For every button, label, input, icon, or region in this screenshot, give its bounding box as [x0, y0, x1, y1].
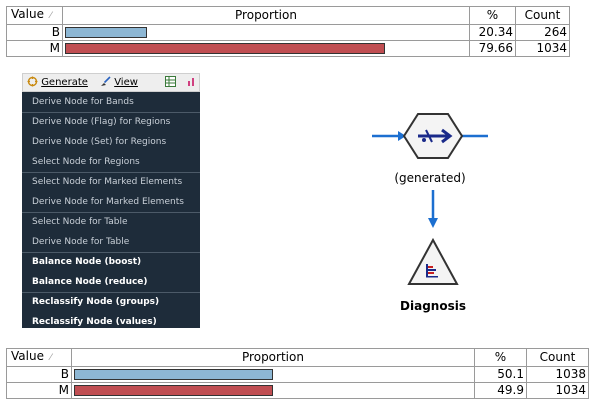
menu-item-derive-table[interactable]: Derive Node for Table	[22, 232, 200, 252]
value-cell: B	[6, 24, 63, 41]
view-brush-icon	[101, 76, 111, 86]
menu-item-derive-set-regions[interactable]: Derive Node (Set) for Regions	[22, 132, 200, 152]
value-column-header[interactable]: Value ⁄	[6, 6, 63, 25]
menu-item-derive-bands[interactable]: Derive Node for Bands	[22, 92, 200, 112]
percent-column-header[interactable]: %	[474, 348, 527, 367]
sort-icon: ⁄	[49, 11, 52, 21]
count-cell: 264	[515, 24, 570, 41]
table-row[interactable]: M 79.66 1034	[6, 40, 570, 57]
proportion-bar	[74, 369, 273, 380]
proportion-column-header[interactable]: Proportion	[62, 6, 470, 25]
menu-item-select-marked[interactable]: Select Node for Marked Elements	[22, 172, 200, 192]
value-cell: M	[6, 40, 63, 57]
count-cell: 1034	[515, 40, 570, 57]
table-icon	[165, 76, 176, 87]
menu-item-derive-flag-regions[interactable]: Derive Node (Flag) for Regions	[22, 112, 200, 132]
percent-cell: 49.9	[474, 382, 527, 399]
table-header: Value ⁄ Proportion % Count	[6, 348, 589, 367]
table-header: Value ⁄ Proportion % Count	[6, 6, 570, 25]
menu-item-balance-boost[interactable]: Balance Node (boost)	[22, 252, 200, 272]
menu-item-select-regions[interactable]: Select Node for Regions	[22, 152, 200, 172]
stream-canvas	[372, 113, 488, 285]
generated-node[interactable]	[402, 113, 464, 159]
generate-icon	[27, 76, 38, 87]
proportion-bar	[65, 43, 385, 54]
sort-icon: ⁄	[49, 353, 52, 363]
view-menu-button[interactable]: View	[100, 76, 138, 90]
menu-item-reclassify-groups[interactable]: Reclassify Node (groups)	[22, 292, 200, 312]
proportion-column-header[interactable]: Proportion	[71, 348, 475, 367]
proportion-cell	[71, 366, 475, 383]
proportion-bar	[74, 385, 273, 396]
table-row[interactable]: M 49.9 1034	[6, 382, 589, 399]
count-column-header[interactable]: Count	[515, 6, 570, 25]
generated-node-label: (generated)	[394, 171, 466, 185]
proportion-cell	[62, 24, 470, 41]
count-column-header[interactable]: Count	[526, 348, 589, 367]
generate-dropdown-menu: Derive Node for Bands Derive Node (Flag)…	[22, 92, 200, 328]
menu-item-reclassify-values[interactable]: Reclassify Node (values)	[22, 312, 200, 332]
value-cell: M	[6, 382, 72, 399]
percent-cell: 50.1	[474, 366, 527, 383]
count-cell: 1034	[526, 382, 589, 399]
bottom-distribution-table: Value ⁄ Proportion % Count B 50.1 1038 M …	[6, 348, 589, 399]
diagnosis-node-label: Diagnosis	[400, 299, 466, 313]
proportion-cell	[62, 40, 470, 57]
chart-icon	[188, 78, 194, 86]
toolbar: Generate View	[22, 73, 200, 92]
count-cell: 1038	[526, 366, 589, 383]
proportion-bar	[65, 27, 147, 38]
menu-item-balance-reduce[interactable]: Balance Node (reduce)	[22, 272, 200, 292]
percent-cell: 79.66	[469, 40, 516, 57]
menu-item-select-table[interactable]: Select Node for Table	[22, 212, 200, 232]
table-toolbar-button[interactable]	[165, 76, 176, 90]
menu-item-derive-marked[interactable]: Derive Node for Marked Elements	[22, 192, 200, 212]
generate-label: Generate	[41, 77, 88, 88]
top-distribution-table: Value ⁄ Proportion % Count B 20.34 264 M …	[6, 6, 570, 57]
diagnosis-node[interactable]	[407, 237, 459, 285]
chart-toolbar-button[interactable]	[187, 76, 198, 90]
down-arrowhead-icon	[428, 218, 438, 228]
percent-column-header[interactable]: %	[469, 6, 516, 25]
generate-menu-button[interactable]: Generate	[27, 76, 88, 90]
table-row[interactable]: B 20.34 264	[6, 24, 570, 41]
proportion-cell	[71, 382, 475, 399]
value-column-header[interactable]: Value ⁄	[6, 348, 72, 367]
percent-cell: 20.34	[469, 24, 516, 41]
view-label: View	[114, 77, 138, 88]
value-cell: B	[6, 366, 72, 383]
table-row[interactable]: B 50.1 1038	[6, 366, 589, 383]
